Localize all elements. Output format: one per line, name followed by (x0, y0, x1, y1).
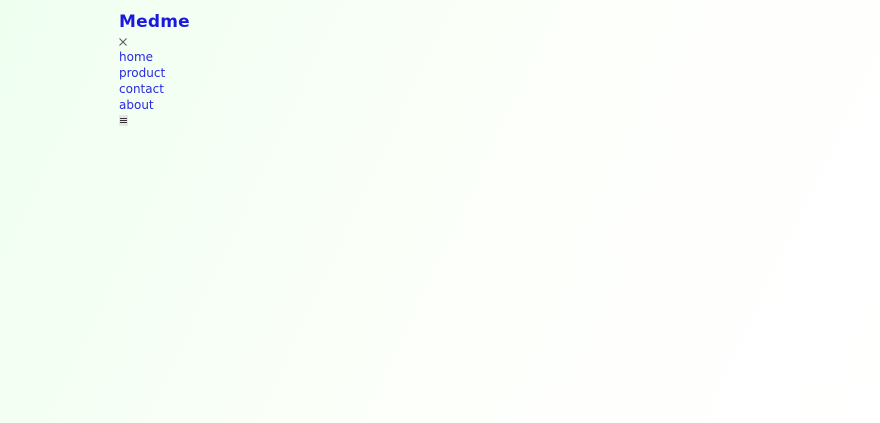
nav-link-product[interactable]: product (119, 66, 165, 80)
nav-item-home: home (119, 48, 319, 64)
nav-menu: home product contact about (119, 48, 319, 112)
nav-link-about[interactable]: about (119, 98, 154, 112)
brand-logo[interactable]: Medme (119, 11, 319, 33)
close-icon (119, 37, 127, 46)
nav-link-contact[interactable]: contact (119, 82, 164, 96)
nav-link-home[interactable]: home (119, 50, 153, 64)
nav-item-contact: contact (119, 80, 319, 96)
close-menu-button[interactable] (119, 36, 127, 46)
nav-item-product: product (119, 64, 319, 80)
site-header: Medme home product contact about (119, 11, 319, 126)
nav-item-about: about (119, 96, 319, 112)
hamburger-menu-icon (120, 118, 127, 123)
open-menu-button[interactable] (119, 115, 128, 126)
